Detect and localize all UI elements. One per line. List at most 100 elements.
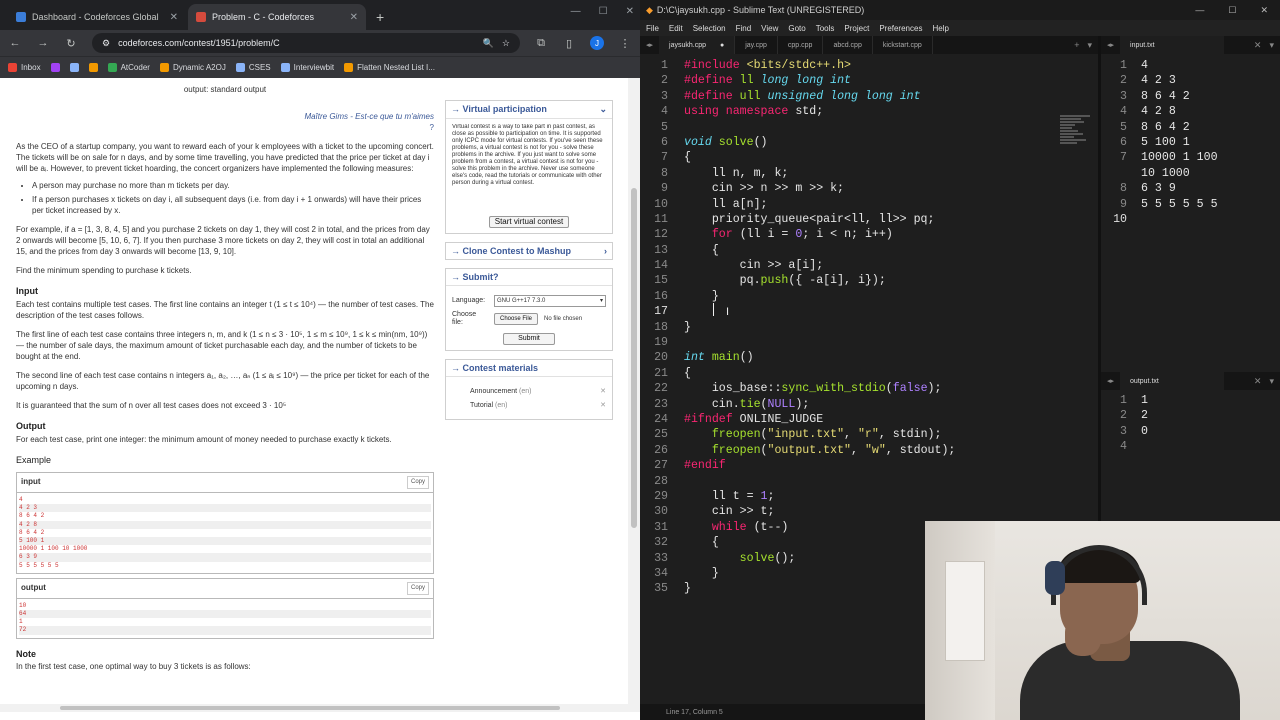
tab-kickstart-cpp[interactable]: kickstart.cpp	[873, 36, 933, 54]
menu-item-preferences[interactable]: Preferences	[879, 24, 922, 33]
modified-dot-icon[interactable]: ●	[720, 42, 724, 49]
code-line[interactable]: 1 #include <bits/stdc++.h>	[640, 58, 1098, 73]
bookmark-leetcode-icon[interactable]	[88, 63, 98, 72]
code-line[interactable]: 4 using namespace std;	[640, 104, 1098, 119]
back-icon[interactable]: ←	[8, 37, 22, 49]
code-line[interactable]: 5	[640, 120, 1098, 135]
tab-cpp-cpp[interactable]: cpp.cpp	[778, 36, 824, 54]
input-line[interactable]: 10	[1101, 212, 1280, 227]
browser-tab-problem[interactable]: Problem - C - Codeforces ✕	[188, 4, 366, 30]
code-line[interactable]: 23 cin.tie(NULL);	[640, 397, 1098, 412]
tab-jay-cpp[interactable]: jay.cpp	[735, 36, 778, 54]
code-line[interactable]: 20 int main()	[640, 350, 1098, 365]
start-virtual-contest-button[interactable]: Start virtual contest	[488, 216, 570, 228]
address-bar[interactable]: ⚙ codeforces.com/contest/1951/problem/C …	[92, 33, 520, 53]
tab-list-icon[interactable]: ▾	[1087, 40, 1092, 51]
code-line[interactable]: 14 cin >> a[i];	[640, 258, 1098, 273]
code-line[interactable]: 25 freopen("input.txt", "r", stdin);	[640, 427, 1098, 442]
tab-nav-icon[interactable]: ◂▸	[1101, 377, 1120, 385]
code-line[interactable]: 17	[640, 304, 1098, 319]
bookmark-interviewbit[interactable]: Interviewbit	[280, 63, 334, 72]
material-item[interactable]: Tutorial (en) ✕	[470, 402, 606, 410]
menu-item-help[interactable]: Help	[932, 24, 948, 33]
tab-list-icon[interactable]: ▾	[1269, 376, 1274, 387]
site-info-icon[interactable]: ⚙	[102, 38, 110, 49]
tab-output-txt[interactable]: output.txt	[1120, 372, 1225, 390]
code-line[interactable]: 9 cin >> n >> m >> k;	[640, 181, 1098, 196]
code-line[interactable]: 8 ll n, m, k;	[640, 166, 1098, 181]
input-line[interactable]: 5 8 6 4 2	[1101, 120, 1280, 135]
code-line[interactable]: 6 void solve()	[640, 135, 1098, 150]
copy-button[interactable]: Copy	[406, 476, 429, 489]
output-line[interactable]: 4	[1101, 439, 1280, 454]
code-line[interactable]: 13 {	[640, 243, 1098, 258]
input-line[interactable]: 3 8 6 4 2	[1101, 89, 1280, 104]
code-line[interactable]: 19	[640, 335, 1098, 350]
menu-item-goto[interactable]: Goto	[788, 24, 805, 33]
submit-button[interactable]: Submit	[503, 333, 555, 345]
tab-nav-icon[interactable]: ◂▸	[1101, 41, 1120, 49]
code-line[interactable]: 16 }	[640, 289, 1098, 304]
input-text[interactable]: 1424 2 338 6 4 244 2 858 6 4 265 100 171…	[1101, 56, 1280, 227]
chevron-down-icon[interactable]: ⌄	[599, 104, 607, 115]
maximize-icon[interactable]: ☐	[1228, 5, 1236, 16]
input-line[interactable]: 4 4 2 8	[1101, 104, 1280, 119]
bookmark-slack-icon[interactable]	[50, 63, 60, 72]
code-line[interactable]: 30 cin >> t;	[640, 504, 1098, 519]
bookmark-flatten[interactable]: Flatten Nested List I...	[344, 63, 435, 72]
menu-icon[interactable]: ⋮	[618, 37, 632, 50]
code-line[interactable]: 15 pq.push({ -a[i], i});	[640, 273, 1098, 288]
close-icon[interactable]: ✕	[1254, 376, 1262, 387]
input-pane[interactable]: 1424 2 338 6 4 244 2 858 6 4 265 100 171…	[1101, 56, 1280, 368]
minimize-icon[interactable]: —	[1195, 5, 1204, 16]
close-window-icon[interactable]: ✕	[626, 6, 634, 17]
menu-item-view[interactable]: View	[761, 24, 778, 33]
code-line[interactable]: 28	[640, 474, 1098, 489]
minimize-icon[interactable]: —	[571, 6, 581, 17]
input-line[interactable]: 6 5 100 1	[1101, 135, 1280, 150]
menu-item-edit[interactable]: Edit	[669, 24, 683, 33]
language-select[interactable]: GNU G++17 7.3.0 ▾	[494, 295, 606, 307]
forward-icon[interactable]: →	[36, 37, 50, 49]
menu-item-file[interactable]: File	[646, 24, 659, 33]
tab-abcd-cpp[interactable]: abcd.cpp	[823, 36, 873, 54]
tab-input-txt[interactable]: input.txt	[1120, 36, 1225, 54]
tab-list-icon[interactable]: ▾	[1269, 40, 1274, 51]
close-icon[interactable]: ✕	[350, 12, 358, 23]
bookmark-atcoder[interactable]: AtCoder	[107, 63, 150, 72]
menu-item-tools[interactable]: Tools	[816, 24, 835, 33]
menu-item-selection[interactable]: Selection	[693, 24, 726, 33]
material-item[interactable]: Announcement (en) ✕	[470, 388, 606, 396]
code-line[interactable]: 21 {	[640, 366, 1098, 381]
profile-avatar[interactable]: J	[590, 36, 604, 50]
bookmark-cses[interactable]: CSES	[235, 63, 271, 72]
code-line[interactable]: 2 #define ll long long int	[640, 73, 1098, 88]
bookmark-inbox[interactable]: Inbox	[8, 63, 41, 72]
vertical-scrollbar[interactable]	[628, 78, 640, 712]
choose-file-button[interactable]: Choose File	[494, 313, 539, 325]
output-text[interactable]: 1122304	[1101, 392, 1280, 455]
tab-jaysukh-cpp[interactable]: jaysukh.cpp ●	[659, 36, 736, 54]
chevron-right-icon[interactable]: ›	[604, 246, 607, 256]
input-line[interactable]: 9 5 5 5 5 5 5	[1101, 197, 1280, 212]
code-line[interactable]: 26 freopen("output.txt", "w", stdout);	[640, 443, 1098, 458]
close-icon[interactable]: ✕	[1254, 40, 1262, 51]
browser-tab-dashboard[interactable]: Dashboard - Codeforces Global ✕	[8, 4, 186, 30]
reload-icon[interactable]: ↻	[64, 37, 78, 50]
code-line[interactable]: 7{	[640, 150, 1098, 165]
clone-contest-link[interactable]: → Clone Contest to Mashup	[451, 246, 571, 256]
code-line[interactable]: 12 for (ll i = 0; i < n; i++)	[640, 227, 1098, 242]
horizontal-scrollbar[interactable]	[0, 704, 628, 712]
extensions-icon[interactable]: ⧉	[534, 37, 548, 50]
code-line[interactable]: 22 ios_base::sync_with_stdio(false);	[640, 381, 1098, 396]
code-line[interactable]: 27 #endif	[640, 458, 1098, 473]
tab-nav-icon[interactable]: ◂▸	[640, 41, 659, 49]
maximize-icon[interactable]: ☐	[599, 6, 608, 17]
output-pane[interactable]: 1122304	[1101, 392, 1280, 522]
close-icon[interactable]: ✕	[170, 12, 178, 23]
code-line[interactable]: 10 ll a[n];	[640, 197, 1098, 212]
new-tab-button[interactable]: +	[368, 4, 392, 30]
input-line[interactable]: 10 1000	[1101, 166, 1280, 181]
menu-item-find[interactable]: Find	[736, 24, 752, 33]
output-line[interactable]: 11	[1101, 393, 1280, 408]
